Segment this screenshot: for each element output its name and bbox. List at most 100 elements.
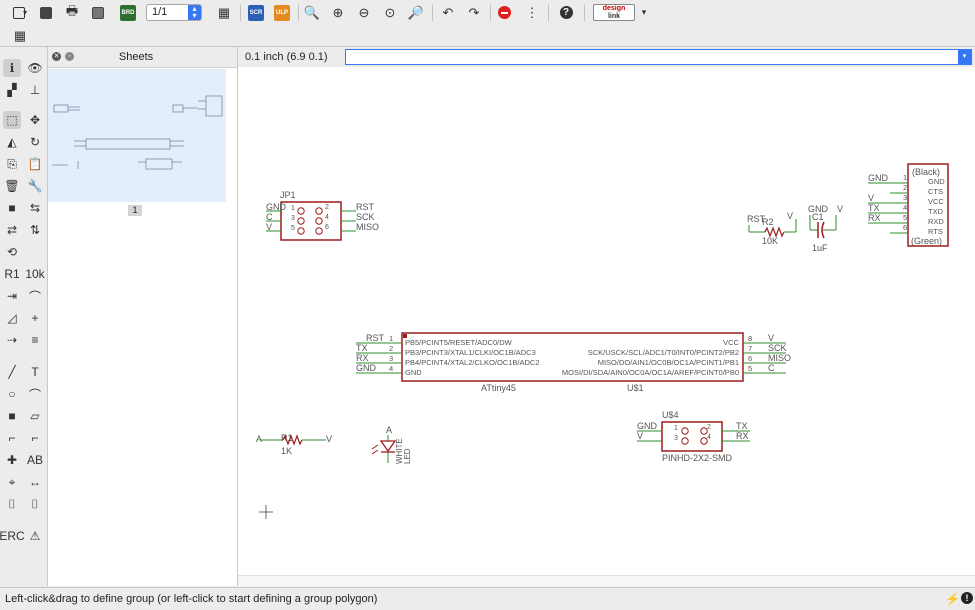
pin-number: 2: [325, 204, 329, 211]
r2-part[interactable]: RST R2 V 10K: [747, 211, 797, 246]
bus-icon[interactable]: ≡: [26, 331, 44, 349]
stop-info-icon[interactable]: !: [961, 592, 973, 604]
r1-part[interactable]: R1 A V 1K: [256, 433, 332, 456]
chevron-down-icon[interactable]: ▾: [634, 3, 654, 22]
attribute-icon[interactable]: ⌖: [3, 473, 21, 491]
us4-part[interactable]: U$4 1 2 3 4 GND V TX RX PINHD-2X2-SMD: [637, 410, 750, 463]
module-icon[interactable]: ⌷: [26, 495, 44, 513]
stop-icon[interactable]: [494, 3, 514, 22]
delete-icon[interactable]: 🗑: [3, 177, 21, 195]
pin-number: 2: [903, 183, 907, 192]
text-icon[interactable]: T: [26, 363, 44, 381]
net-label: RX: [868, 213, 881, 223]
save-icon[interactable]: [36, 3, 56, 22]
value-icon[interactable]: 10k: [25, 265, 44, 283]
attiny45-part[interactable]: PB5/PCINT5/RESET/ADC0/DW PB3/PCINT3/XTAL…: [356, 332, 791, 393]
open-icon[interactable]: ▾: [10, 3, 30, 22]
gateswap-icon[interactable]: ⇅: [26, 221, 44, 239]
mark-icon[interactable]: ⊥: [26, 81, 44, 99]
add-icon[interactable]: ■: [3, 199, 21, 217]
move-icon[interactable]: ✥: [26, 111, 44, 129]
pin-number: 4: [707, 434, 711, 441]
pin-number: 4: [325, 214, 329, 221]
sheet-thumbnail[interactable]: [48, 69, 226, 202]
replace-icon[interactable]: ⇄: [3, 221, 21, 239]
display-icon[interactable]: ▞: [3, 81, 21, 99]
sheet-number[interactable]: 1: [128, 205, 142, 216]
horizontal-scrollbar[interactable]: [238, 575, 975, 587]
net-label: V: [266, 222, 272, 232]
us4-name: U$4: [662, 410, 679, 420]
polygon-icon[interactable]: ▱: [26, 407, 44, 425]
design-link-icon[interactable]: design link: [593, 4, 635, 21]
info-icon[interactable]: ℹ: [3, 59, 21, 77]
junction-icon[interactable]: ✚: [3, 451, 21, 469]
split-icon[interactable]: ◿: [3, 309, 21, 327]
line-icon[interactable]: ╱: [3, 363, 21, 381]
paste-icon[interactable]: 📋: [26, 155, 44, 173]
pin-number: 8: [748, 334, 752, 343]
smash-icon[interactable]: ⇥: [3, 287, 21, 305]
cam-icon[interactable]: [88, 3, 108, 22]
dimension-icon[interactable]: ↔: [26, 473, 44, 491]
led-label: LED: [403, 448, 412, 464]
led-part[interactable]: A WHITE LED: [371, 425, 412, 464]
chevron-down-icon[interactable]: ▾: [958, 50, 971, 64]
r2-value: 10K: [762, 236, 778, 246]
redo-icon[interactable]: ↷: [464, 3, 484, 22]
help-icon[interactable]: ?: [556, 3, 576, 22]
grid-icon[interactable]: ▦: [10, 26, 30, 45]
net-label: RX: [736, 431, 749, 441]
netlabel-icon[interactable]: AB: [26, 451, 44, 469]
arc-icon[interactable]: ⌒: [26, 385, 44, 403]
wire-icon[interactable]: ⌐: [3, 429, 21, 447]
pin-number: 3: [291, 215, 295, 222]
c1-part[interactable]: GND V C1 1uF: [808, 204, 843, 253]
zoom-out-icon[interactable]: ⊖: [354, 3, 374, 22]
miter-icon[interactable]: ⌒: [26, 287, 44, 305]
undo-icon[interactable]: ↶: [438, 3, 458, 22]
net-label: C: [768, 363, 775, 373]
circle-icon[interactable]: ○: [3, 385, 21, 403]
schematic-canvas[interactable]: JP1 GND C V RST SCK MISO 1 2 3 4 5 6 RST…: [238, 67, 975, 586]
mirror-icon[interactable]: ◭: [3, 133, 21, 151]
show-icon[interactable]: 👁: [26, 59, 44, 77]
zoom-select-icon[interactable]: 🔎: [406, 3, 426, 22]
rotate-icon[interactable]: ↻: [26, 133, 44, 151]
label-icon[interactable]: ⌐: [26, 429, 44, 447]
net-label: MISO: [356, 222, 379, 232]
page-select[interactable]: 1/1 ▴ ▾: [146, 4, 202, 21]
wrench-icon[interactable]: 🔧: [26, 177, 44, 195]
zoom-in-icon[interactable]: ⊕: [328, 3, 348, 22]
net-label: GND: [868, 173, 889, 183]
board-icon[interactable]: BRD: [118, 3, 138, 22]
sheet-icon[interactable]: ▦: [214, 3, 234, 22]
jp1-part[interactable]: JP1 GND C V RST SCK MISO 1 2 3 4 5 6: [266, 190, 379, 241]
ftdi-header-part[interactable]: (Black) (Green) GND CTS VCC TXD RXD RTS …: [868, 163, 949, 247]
scr-icon[interactable]: SCR: [246, 3, 266, 22]
lightning-icon[interactable]: ⚡: [945, 592, 960, 606]
pin-number: 5: [291, 225, 295, 232]
name-icon[interactable]: R1: [3, 265, 21, 283]
ftdi-bottom-label: (Green): [911, 236, 942, 246]
pin-number: 3: [674, 435, 678, 442]
group-icon[interactable]: ⬚: [3, 111, 21, 129]
ulp-icon[interactable]: ULP: [272, 3, 292, 22]
copy-icon[interactable]: ⎘: [3, 155, 21, 173]
frame-icon[interactable]: ⌷: [3, 495, 21, 513]
zoom-redraw-icon[interactable]: ⊙: [380, 3, 400, 22]
rect-icon[interactable]: ■: [3, 407, 21, 425]
net-icon[interactable]: ⇢: [3, 331, 21, 349]
grid-toolbar: ▦: [0, 25, 975, 47]
zoom-fit-icon[interactable]: 🔍: [302, 3, 322, 22]
pinswap-icon[interactable]: ⇆: [26, 199, 44, 217]
optimize-icon[interactable]: +: [26, 309, 44, 327]
warning-icon[interactable]: ⚠: [26, 527, 44, 545]
command-input[interactable]: ▾: [345, 49, 972, 65]
pin-number: 5: [748, 364, 752, 373]
erc-icon[interactable]: ERC: [0, 527, 25, 545]
print-icon[interactable]: 🖶: [62, 3, 82, 22]
go-icon[interactable]: ⋮: [522, 3, 542, 22]
pin-number: 4: [903, 203, 907, 212]
invoke-icon[interactable]: ⟲: [3, 243, 21, 261]
